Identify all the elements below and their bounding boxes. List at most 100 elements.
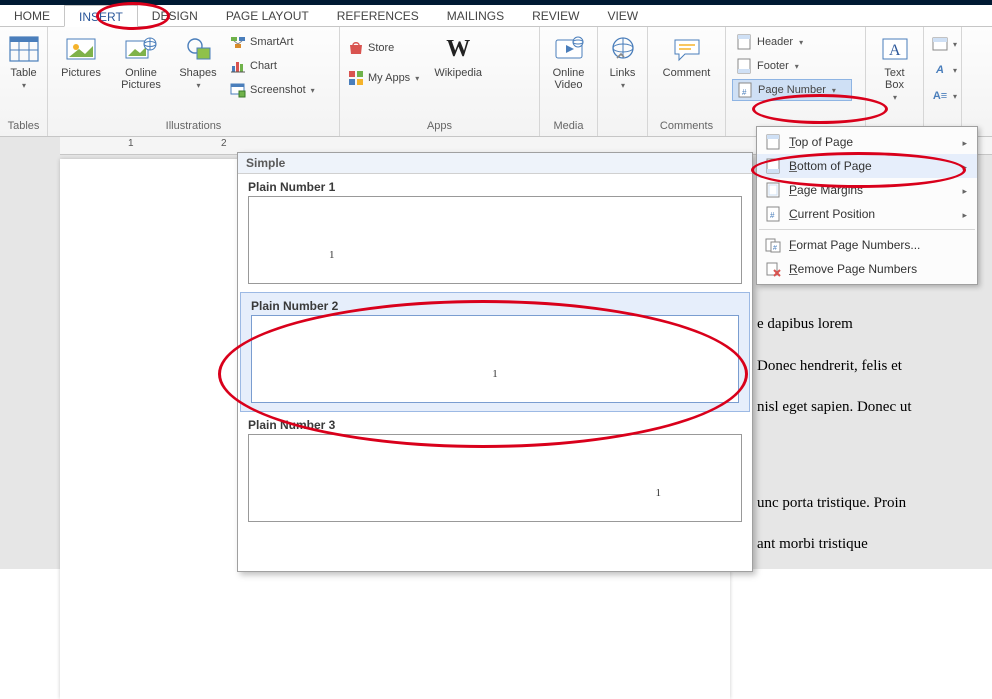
menu-page-margins[interactable]: Page Margins: [757, 178, 977, 202]
svg-text:#: #: [770, 211, 775, 220]
gallery-item-title: Plain Number 1: [238, 176, 752, 196]
group-label-comments: Comments: [654, 120, 719, 134]
submenu-arrow-icon: [957, 135, 967, 149]
gallery-item-plain-number-2[interactable]: Plain Number 2 1: [240, 292, 750, 412]
tab-design[interactable]: DESIGN: [138, 5, 212, 26]
store-label: Store: [368, 42, 394, 54]
group-label-media: Media: [546, 120, 591, 134]
chart-button[interactable]: Chart: [228, 55, 317, 77]
group-label-tables: Tables: [6, 120, 41, 134]
tab-page-layout[interactable]: PAGE LAYOUT: [212, 5, 323, 26]
remove-page-numbers-icon: [765, 261, 781, 277]
my-apps-icon: [348, 70, 364, 86]
doc-text: ant morbi tristique: [757, 536, 868, 553]
chevron-down-icon: [621, 81, 625, 90]
chevron-down-icon: [22, 81, 26, 90]
current-position-icon: #: [765, 206, 781, 222]
online-video-button[interactable]: Online Video: [546, 31, 591, 91]
pictures-button[interactable]: Pictures: [54, 31, 108, 79]
ruler-mark: 2: [221, 138, 227, 149]
menu-label: Page Margins: [789, 183, 949, 197]
chevron-down-icon: [799, 38, 803, 47]
gallery-item-preview: 1: [248, 196, 742, 284]
table-label: Table: [10, 67, 36, 79]
preview-page-number: 1: [329, 249, 335, 261]
comment-label: Comment: [663, 67, 711, 79]
header-button[interactable]: Header: [732, 31, 852, 53]
drop-cap-button[interactable]: A≡: [930, 85, 959, 107]
header-icon: [736, 34, 752, 50]
text-box-label: Text Box: [884, 67, 904, 91]
menu-remove-page-numbers[interactable]: Remove Page Numbers: [757, 257, 977, 281]
tab-review[interactable]: REVIEW: [518, 5, 593, 26]
wikipedia-label: Wikipedia: [434, 67, 482, 79]
menu-label: Format Page Numbers...: [789, 238, 967, 252]
page-number-label: Page Number: [758, 84, 826, 96]
menu-top-of-page[interactable]: Top of Page: [757, 130, 977, 154]
chevron-down-icon: [311, 86, 315, 95]
online-pictures-button[interactable]: Online Pictures: [114, 31, 168, 91]
screenshot-button[interactable]: Screenshot: [228, 79, 317, 101]
svg-text:#: #: [742, 88, 747, 97]
doc-text: nisl eget sapien. Donec ut: [757, 399, 912, 416]
footer-label: Footer: [757, 60, 789, 72]
pictures-icon: [65, 33, 97, 65]
wikipedia-icon: W: [442, 33, 474, 65]
tab-view[interactable]: VIEW: [593, 5, 652, 26]
chart-label: Chart: [250, 60, 277, 72]
smartart-icon: [230, 34, 246, 50]
links-button[interactable]: Links: [604, 31, 641, 90]
shapes-icon: [182, 33, 214, 65]
screenshot-icon: [230, 82, 246, 98]
gallery-item-title: Plain Number 2: [241, 295, 749, 315]
tab-home[interactable]: HOME: [0, 5, 64, 26]
my-apps-button[interactable]: My Apps: [346, 67, 421, 89]
tab-references[interactable]: REFERENCES: [323, 5, 433, 26]
store-button[interactable]: Store: [346, 37, 421, 59]
page-top-icon: [765, 134, 781, 150]
online-video-icon: [553, 33, 585, 65]
store-icon: [348, 40, 364, 56]
text-box-icon: A: [879, 33, 911, 65]
my-apps-label: My Apps: [368, 72, 410, 84]
text-box-button[interactable]: A Text Box: [872, 31, 917, 102]
gallery-item-plain-number-1[interactable]: Plain Number 1 1: [238, 174, 752, 292]
links-label: Links: [610, 67, 636, 79]
online-pictures-label: Online Pictures: [121, 67, 161, 91]
chart-icon: [230, 58, 246, 74]
format-page-numbers-icon: #: [765, 237, 781, 253]
shapes-button[interactable]: Shapes: [174, 31, 222, 90]
drop-cap-icon: A≡: [932, 88, 948, 104]
links-icon: [607, 33, 639, 65]
gallery-item-preview: 1: [251, 315, 739, 403]
comment-icon: [671, 33, 703, 65]
submenu-arrow-icon: [957, 183, 967, 197]
gallery-item-title: Plain Number 3: [238, 414, 752, 434]
page-number-button[interactable]: # Page Number: [732, 79, 852, 101]
page-margins-icon: [765, 182, 781, 198]
group-label-apps: Apps: [346, 120, 533, 134]
tab-mailings[interactable]: MAILINGS: [433, 5, 518, 26]
footer-button[interactable]: Footer: [732, 55, 852, 77]
wordart-button[interactable]: A: [930, 59, 959, 81]
smartart-button[interactable]: SmartArt: [228, 31, 317, 53]
chevron-down-icon: [953, 92, 957, 101]
header-label: Header: [757, 36, 793, 48]
submenu-arrow-icon: [957, 159, 967, 173]
comment-button[interactable]: Comment: [654, 31, 719, 79]
gallery-section-header: Simple: [238, 153, 752, 174]
table-button[interactable]: Table: [6, 31, 41, 90]
chevron-down-icon: [795, 62, 799, 71]
menu-format-page-numbers[interactable]: # Format Page Numbers...: [757, 233, 977, 257]
tab-insert[interactable]: INSERT: [64, 5, 138, 27]
page-number-menu: Top of Page Bottom of Page Page Margins …: [756, 126, 978, 285]
quick-parts-button[interactable]: [930, 33, 959, 55]
menu-label: Remove Page Numbers: [789, 262, 967, 276]
page-number-gallery: Simple Plain Number 1 1 Plain Number 2 1…: [237, 152, 753, 572]
menu-bottom-of-page[interactable]: Bottom of Page: [757, 154, 977, 178]
preview-page-number: 1: [492, 368, 498, 380]
table-icon: [8, 33, 40, 65]
gallery-item-plain-number-3[interactable]: Plain Number 3 1: [238, 412, 752, 530]
wikipedia-button[interactable]: W Wikipedia: [427, 31, 489, 79]
menu-current-position[interactable]: # Current Position: [757, 202, 977, 226]
